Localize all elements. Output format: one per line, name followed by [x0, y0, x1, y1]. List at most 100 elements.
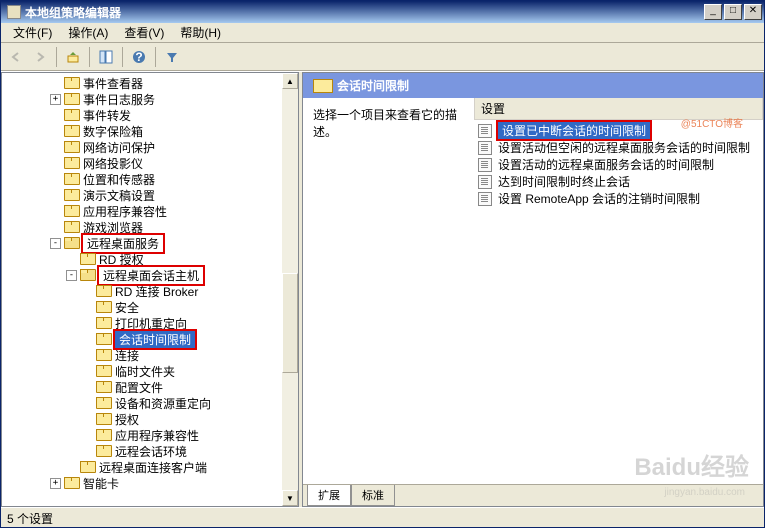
no-expand: [50, 174, 61, 185]
tree-item[interactable]: 应用程序兼容性: [2, 203, 298, 219]
tree-item[interactable]: 设备和资源重定向: [2, 395, 298, 411]
tree-item[interactable]: 应用程序兼容性: [2, 427, 298, 443]
tree-item[interactable]: 事件查看器: [2, 75, 298, 91]
list-item[interactable]: 达到时间限制时终止会话: [474, 173, 763, 190]
minimize-button[interactable]: _: [704, 4, 722, 20]
tree-item-label[interactable]: 临时文件夹: [113, 363, 177, 380]
list-item-label[interactable]: 设置 RemoteApp 会话的注销时间限制: [496, 190, 702, 207]
no-expand: [82, 430, 93, 441]
tab-standard[interactable]: 标准: [351, 485, 395, 506]
tree-item-label[interactable]: 事件日志服务: [81, 91, 157, 108]
folder-icon: [80, 461, 94, 473]
tree-item[interactable]: 网络访问保护: [2, 139, 298, 155]
folder-icon: [64, 477, 78, 489]
expand-icon[interactable]: +: [50, 94, 61, 105]
expand-icon[interactable]: +: [50, 478, 61, 489]
tree-item-label[interactable]: 授权: [113, 411, 141, 428]
list-item-label[interactable]: 达到时间限制时终止会话: [496, 173, 632, 190]
menu-help[interactable]: 帮助(H): [172, 22, 229, 43]
tree-item-label[interactable]: 应用程序兼容性: [81, 203, 169, 220]
tree-item[interactable]: 事件转发: [2, 107, 298, 123]
filter-button[interactable]: [161, 46, 183, 68]
maximize-button[interactable]: □: [724, 4, 742, 20]
show-hide-button[interactable]: [95, 46, 117, 68]
tree-scrollbar[interactable]: ▲ ▼: [282, 73, 298, 506]
list-item-label[interactable]: 设置已中断会话的时间限制: [496, 120, 652, 141]
list-item[interactable]: 设置活动但空闲的远程桌面服务会话的时间限制: [474, 139, 763, 156]
tree-item-label[interactable]: 网络访问保护: [81, 139, 157, 156]
list-item[interactable]: 设置已中断会话的时间限制: [474, 122, 763, 139]
folder-icon: [96, 381, 110, 393]
tree-item-label[interactable]: 位置和传感器: [81, 171, 157, 188]
list-item-label[interactable]: 设置活动但空闲的远程桌面服务会话的时间限制: [496, 139, 752, 156]
tree-item[interactable]: -远程桌面服务: [2, 235, 298, 251]
list-item[interactable]: 设置 RemoteApp 会话的注销时间限制: [474, 190, 763, 207]
no-expand: [82, 350, 93, 361]
list-item-label[interactable]: 设置活动的远程桌面服务会话的时间限制: [496, 156, 716, 173]
scroll-down-button[interactable]: ▼: [282, 490, 298, 506]
collapse-icon[interactable]: -: [50, 238, 61, 249]
tree-item[interactable]: 位置和传感器: [2, 171, 298, 187]
menu-action[interactable]: 操作(A): [60, 22, 116, 43]
tree-item[interactable]: 临时文件夹: [2, 363, 298, 379]
tree-item[interactable]: + 智能卡: [2, 475, 298, 491]
folder-icon: [96, 301, 110, 313]
no-expand: [50, 190, 61, 201]
scroll-up-button[interactable]: ▲: [282, 73, 298, 89]
titlebar[interactable]: 本地组策略编辑器 _ □ ✕: [1, 1, 764, 23]
tree-item-label[interactable]: RD 连接 Broker: [113, 283, 200, 300]
tree-item[interactable]: 演示文稿设置: [2, 187, 298, 203]
tree-item[interactable]: 远程会话环境: [2, 443, 298, 459]
status-text: 5 个设置: [7, 512, 53, 526]
forward-button: [29, 46, 51, 68]
menu-file[interactable]: 文件(F): [5, 22, 60, 43]
folder-icon: [64, 173, 78, 185]
tree-item-label[interactable]: 应用程序兼容性: [113, 427, 201, 444]
folder-icon: [96, 285, 110, 297]
folder-icon: [96, 429, 110, 441]
folder-icon: [64, 237, 78, 249]
scroll-thumb[interactable]: [282, 273, 298, 373]
list-item[interactable]: 设置活动的远程桌面服务会话的时间限制: [474, 156, 763, 173]
up-button[interactable]: [62, 46, 84, 68]
menu-view[interactable]: 查看(V): [116, 22, 172, 43]
tree-item[interactable]: 网络投影仪: [2, 155, 298, 171]
help-button[interactable]: ?: [128, 46, 150, 68]
policy-icon: [478, 192, 492, 206]
settings-column-header[interactable]: 设置: [474, 98, 763, 120]
tree-item-label[interactable]: 安全: [113, 299, 141, 316]
folder-icon: [96, 397, 110, 409]
tree-item[interactable]: RD 连接 Broker: [2, 283, 298, 299]
tree-item-label[interactable]: 远程会话环境: [113, 443, 189, 460]
tree-item[interactable]: 安全: [2, 299, 298, 315]
view-tabs: 扩展 标准: [303, 484, 763, 506]
tree-item[interactable]: -远程桌面会话主机: [2, 267, 298, 283]
no-expand: [82, 414, 93, 425]
tree-panel[interactable]: 事件查看器 + 事件日志服务事件转发数字保险箱网络访问保护网络投影仪位置和传感器演示…: [1, 72, 299, 507]
tree-item-label[interactable]: 网络投影仪: [81, 155, 145, 172]
tree-item-label[interactable]: 事件查看器: [81, 75, 145, 92]
tree-item-label[interactable]: 智能卡: [81, 475, 121, 492]
tree-item-label[interactable]: 演示文稿设置: [81, 187, 157, 204]
window-title: 本地组策略编辑器: [25, 4, 704, 21]
tree-item[interactable]: + 事件日志服务: [2, 91, 298, 107]
tree-item-label[interactable]: 数字保险箱: [81, 123, 145, 140]
collapse-icon[interactable]: -: [66, 270, 77, 281]
tree-item[interactable]: 授权: [2, 411, 298, 427]
close-button[interactable]: ✕: [744, 4, 762, 20]
folder-icon: [96, 413, 110, 425]
tree-item[interactable]: 配置文件: [2, 379, 298, 395]
tree-item-label[interactable]: 远程桌面连接客户端: [97, 459, 209, 476]
folder-icon: [313, 78, 331, 93]
folder-icon: [80, 269, 94, 281]
app-icon: [7, 5, 21, 19]
tree-item[interactable]: 数字保险箱: [2, 123, 298, 139]
tree-item[interactable]: 会话时间限制: [2, 331, 298, 347]
tree-item[interactable]: 远程桌面连接客户端: [2, 459, 298, 475]
tree-item-label[interactable]: 连接: [113, 347, 141, 364]
tree-item-label[interactable]: 设备和资源重定向: [113, 395, 213, 412]
no-expand: [50, 78, 61, 89]
tree-item-label[interactable]: 配置文件: [113, 379, 165, 396]
tree-item-label[interactable]: 事件转发: [81, 107, 133, 124]
tab-extended[interactable]: 扩展: [307, 485, 351, 506]
